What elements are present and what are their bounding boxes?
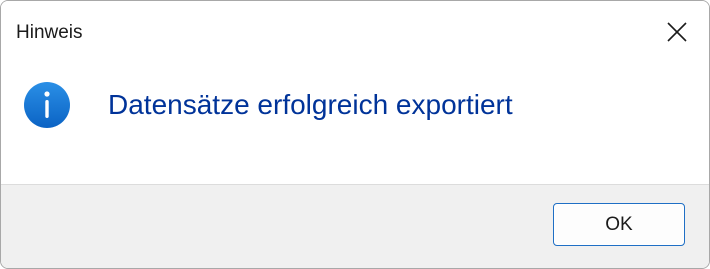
title-bar: Hinweis xyxy=(1,1,709,63)
dialog-footer: OK xyxy=(1,184,709,268)
info-icon xyxy=(24,82,70,128)
ok-button[interactable]: OK xyxy=(553,203,685,246)
message-dialog: Hinweis Datensätze erfolgreich exportier… xyxy=(0,0,710,269)
dialog-title: Hinweis xyxy=(16,22,83,43)
dialog-content: Datensätze erfolgreich exportiert xyxy=(1,63,709,183)
dialog-message: Datensätze erfolgreich exportiert xyxy=(108,89,513,120)
close-icon xyxy=(667,22,687,42)
close-button[interactable] xyxy=(645,1,709,63)
